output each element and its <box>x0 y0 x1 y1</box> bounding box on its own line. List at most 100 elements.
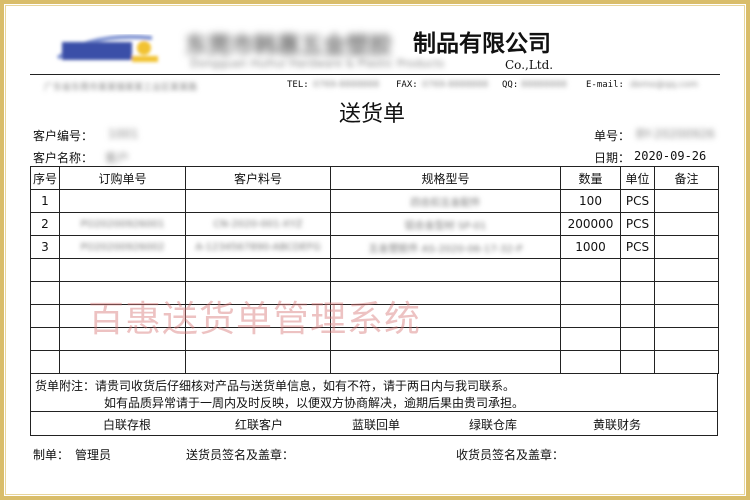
cell-empty <box>654 281 719 305</box>
cell-empty <box>654 327 719 351</box>
cell-empty <box>330 327 561 351</box>
maker-label: 制单： <box>33 448 70 462</box>
cell-unit: PCS <box>620 212 655 236</box>
cell-empty <box>620 327 655 351</box>
cell-empty <box>620 258 655 282</box>
col-header-spec: 规格型号 <box>330 166 561 190</box>
cell-part: A-1234567890-ABCDEFG <box>185 235 331 259</box>
cell-spec: 五金塑胶件 AS-2020-06-17-32-P <box>330 235 561 259</box>
fax-value-blurred: 0769-8888888 <box>422 80 489 90</box>
col-header-po: 订购单号 <box>59 166 186 190</box>
customer-name-label: 客户名称： <box>33 151 94 165</box>
cell-qty: 1000 <box>560 235 621 259</box>
customer-no-value: 1001 <box>108 127 139 141</box>
table-row: 1 四合扣五金配件 100 PCS <box>30 189 719 213</box>
cell-empty <box>59 304 186 328</box>
cell-qty: 100 <box>560 189 621 213</box>
cell-empty <box>654 258 719 282</box>
doc-no-value: BY-20200926 <box>636 127 715 141</box>
cell-empty <box>59 327 186 351</box>
customer-no-label: 客户编号： <box>33 129 94 143</box>
cell-empty <box>185 327 331 351</box>
cell-empty <box>59 258 186 282</box>
cell-no: 2 <box>30 212 60 236</box>
copy-green: 绿联仓库 <box>469 418 518 432</box>
cell-remark <box>654 189 719 213</box>
cell-po <box>59 189 186 213</box>
table-row: 2 PO20200926001 CN-2020-001-XYZ 铝合金型材 SP… <box>30 212 719 236</box>
cell-no: 3 <box>30 235 60 259</box>
tel-value-blurred: 0769-8888888 <box>313 80 380 90</box>
cell-empty <box>185 350 331 374</box>
col-header-qty: 数量 <box>560 166 621 190</box>
cell-unit: PCS <box>620 189 655 213</box>
cell-empty <box>185 258 331 282</box>
email-value-blurred: demo@qq.com <box>630 80 699 90</box>
col-header-remark: 备注 <box>654 166 719 190</box>
items-table: 序号 订购单号 客户料号 规格型号 数量 单位 备注 1 四合扣五金配件 100… <box>30 166 719 374</box>
cell-empty <box>560 258 621 282</box>
cell-po: PO20200926001 <box>59 212 186 236</box>
cell-po: PO20200926002 <box>59 235 186 259</box>
notes-text-1: 请贵司收货后仔细核对产品与送货单信息，如有不符，请于两日内与我司联系。 <box>95 379 516 393</box>
sender-signature-label: 送货员签名及盖章： <box>186 448 295 462</box>
receiver-signature-label: 收货员签名及盖章： <box>456 448 565 462</box>
col-header-part: 客户料号 <box>185 166 331 190</box>
document-title: 送货单 <box>339 102 406 127</box>
cell-empty <box>30 350 60 374</box>
contact-address-blurred: 广东省东莞市某某镇某某工业区某某路 <box>44 83 198 93</box>
cell-empty <box>185 304 331 328</box>
cell-spec: 四合扣五金配件 <box>330 189 561 213</box>
cell-empty <box>654 350 719 374</box>
copy-blue: 蓝联回单 <box>352 418 401 432</box>
qq-label: QQ: <box>502 80 519 90</box>
cell-empty <box>620 350 655 374</box>
cell-empty <box>30 258 60 282</box>
table-row-empty <box>30 327 719 351</box>
cell-empty <box>560 350 621 374</box>
cell-part: CN-2020-001-XYZ <box>185 212 331 236</box>
cell-empty <box>560 304 621 328</box>
cell-empty <box>30 281 60 305</box>
cell-empty <box>59 281 186 305</box>
cell-remark <box>654 235 719 259</box>
table-row: 3 PO20200926002 A-1234567890-ABCDEFG 五金塑… <box>30 235 719 259</box>
table-row-empty <box>30 350 719 374</box>
customer-name-value: 客户 <box>105 151 130 165</box>
cell-empty <box>330 258 561 282</box>
company-address-blurred: Dongguan Huihui Hardware & Plastic Produ… <box>190 57 445 70</box>
notes-line-2: 如有品质异常请于一周内及时反映，以便双方协商解决，逾期后果由贵司承担。 <box>104 396 525 410</box>
cell-empty <box>330 350 561 374</box>
cell-empty <box>620 304 655 328</box>
doc-no-label: 单号： <box>594 129 631 143</box>
cell-empty <box>185 281 331 305</box>
date-value: 2020-09-26 <box>634 149 707 163</box>
table-row-empty <box>30 258 719 282</box>
cell-empty <box>330 281 561 305</box>
tel-label: TEL: <box>287 80 309 90</box>
table-row-empty <box>30 281 719 305</box>
cell-empty <box>560 327 621 351</box>
notes-section: 货单附注：请贵司收货后仔细核对产品与送货单信息，如有不符，请于两日内与我司联系。… <box>30 374 718 412</box>
maker-value: 管理员 <box>75 448 112 462</box>
cell-empty <box>30 327 60 351</box>
notes-label: 货单附注： <box>35 379 96 393</box>
col-header-unit: 单位 <box>620 166 655 190</box>
fax-label: FAX: <box>396 80 418 90</box>
cell-empty <box>654 304 719 328</box>
cell-part <box>185 189 331 213</box>
cell-no: 1 <box>30 189 60 213</box>
email-label: E-mail: <box>586 80 624 90</box>
copy-yellow: 黄联财务 <box>593 418 642 432</box>
cell-empty <box>330 304 561 328</box>
cell-qty: 200000 <box>560 212 621 236</box>
company-name-blurred: 东莞市韩惠五金塑胶 <box>185 33 392 59</box>
date-label: 日期： <box>594 151 631 165</box>
copy-red: 红联客户 <box>235 418 284 432</box>
company-logo <box>56 34 158 62</box>
cell-empty <box>560 281 621 305</box>
cell-empty <box>30 304 60 328</box>
col-header-no: 序号 <box>30 166 60 190</box>
cell-spec: 铝合金型材 SP-01 <box>330 212 561 236</box>
company-name-en: Co.,Ltd. <box>505 58 554 72</box>
